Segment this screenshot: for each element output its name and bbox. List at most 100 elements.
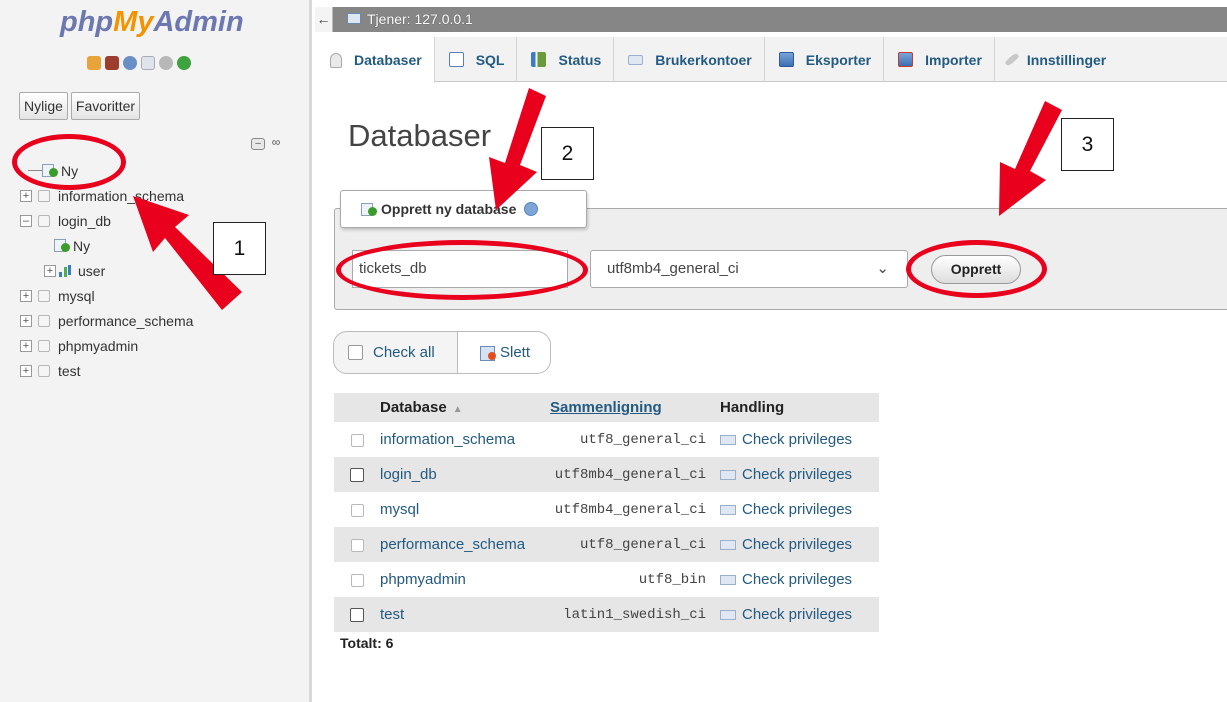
tab-databaser[interactable]: Databaser: [316, 37, 435, 83]
annotation-label-3: 3: [1061, 118, 1114, 171]
table-header-row: Database ▲ Sammenligning Handling: [334, 393, 879, 422]
collapse-all-icon[interactable]: –: [251, 138, 265, 150]
recent-tab[interactable]: Nylige: [19, 92, 68, 120]
collation-cell: utf8mb4_general_ci: [550, 492, 720, 527]
expand-icon[interactable]: +: [20, 289, 32, 302]
database-icon: [38, 314, 50, 327]
check-all-label: Check all: [373, 344, 435, 361]
tree-db-label[interactable]: mysql: [58, 286, 95, 306]
help-icon[interactable]: [524, 202, 539, 216]
database-name-link[interactable]: information_schema: [380, 422, 550, 457]
tree-db-label[interactable]: phpmyadmin: [58, 336, 138, 356]
check-all-button[interactable]: Check all: [333, 331, 458, 374]
collation-cell: utf8mb4_general_ci: [550, 457, 720, 492]
database-icon: [38, 289, 50, 302]
header-checkbox-col: [334, 393, 380, 422]
database-name-link[interactable]: phpmyadmin: [380, 562, 550, 597]
gear-icon[interactable]: [159, 56, 173, 70]
expand-icon[interactable]: +: [20, 339, 32, 352]
tree-controls: – ∞: [251, 136, 283, 150]
tree-db-performance-schema[interactable]: + performance_schema: [20, 308, 300, 333]
delete-button[interactable]: Slett: [458, 331, 551, 374]
delete-icon: [480, 345, 496, 361]
tree-table-label[interactable]: user: [78, 261, 105, 281]
tree-db-label[interactable]: performance_schema: [58, 311, 193, 331]
check-privileges-link[interactable]: Check privileges: [720, 527, 879, 562]
collation-sort-link[interactable]: Sammenligning: [550, 399, 662, 416]
check-privileges-link[interactable]: Check privileges: [720, 597, 879, 632]
check-privileges-link[interactable]: Check privileges: [720, 562, 879, 597]
row-checkbox[interactable]: [350, 433, 364, 447]
reload-icon[interactable]: [177, 56, 191, 70]
back-arrow-icon[interactable]: ←: [315, 7, 333, 32]
tree-db-mysql[interactable]: + mysql: [20, 283, 300, 308]
database-name-link[interactable]: test: [380, 597, 550, 632]
sort-ascending-icon: ▲: [452, 404, 463, 415]
row-checkbox[interactable]: [350, 468, 364, 483]
collation-cell: utf8_bin: [550, 562, 720, 597]
navigation-panel: phpMyAdmin Nylige Favoritter – ∞ Ny + in…: [0, 0, 312, 702]
favorites-tab[interactable]: Favoritter: [70, 92, 141, 120]
exit-icon[interactable]: [105, 56, 119, 70]
expand-icon[interactable]: +: [20, 314, 32, 327]
create-database-label: Opprett ny database: [381, 201, 517, 217]
tab-status[interactable]: Status: [517, 37, 615, 82]
database-name-link[interactable]: mysql: [380, 492, 550, 527]
phpmyadmin-logo[interactable]: phpMyAdmin: [60, 6, 244, 39]
check-all-checkbox[interactable]: [348, 345, 363, 360]
import-icon: [898, 52, 914, 67]
privileges-icon: [720, 505, 736, 516]
page-title: Databaser: [348, 118, 492, 153]
tab-label: Databaser: [354, 52, 422, 68]
tree-db-test[interactable]: + test: [20, 358, 300, 383]
table-row: phpmyadmin utf8_bin Check privileges: [334, 562, 879, 597]
databases-table: Database ▲ Sammenligning Handling informa…: [334, 393, 879, 632]
collation-cell: utf8_general_ci: [550, 422, 720, 457]
database-icon: [38, 189, 50, 202]
expand-icon[interactable]: +: [20, 189, 32, 202]
tree-db-label[interactable]: login_db: [58, 211, 111, 231]
header-database[interactable]: Database ▲: [380, 393, 550, 422]
check-privileges-link[interactable]: Check privileges: [720, 492, 879, 527]
documentation-icon[interactable]: [141, 56, 155, 70]
row-checkbox[interactable]: [350, 573, 364, 587]
tree-db-label[interactable]: test: [58, 361, 81, 381]
check-privileges-link[interactable]: Check privileges: [720, 457, 879, 492]
export-icon: [778, 52, 794, 67]
check-privileges-link[interactable]: Check privileges: [720, 422, 879, 457]
row-checkbox[interactable]: [350, 538, 364, 552]
home-icon[interactable]: [87, 56, 101, 70]
expand-icon[interactable]: +: [44, 264, 56, 277]
privileges-icon: [720, 435, 736, 446]
tree-db-phpmyadmin[interactable]: + phpmyadmin: [20, 333, 300, 358]
chevron-down-icon: ⌄: [876, 260, 889, 277]
database-name-link[interactable]: performance_schema: [380, 527, 550, 562]
tab-innstillinger[interactable]: Innstillinger: [995, 37, 1118, 82]
wrench-icon: [1004, 52, 1020, 67]
tab-brukerkontoer[interactable]: Brukerkontoer: [614, 37, 765, 82]
nav-recent-favorites: Nylige Favoritter: [19, 92, 141, 120]
link-icon[interactable]: ∞: [269, 136, 283, 150]
collation-select[interactable]: utf8mb4_general_ci ⌄: [590, 250, 908, 288]
row-checkbox[interactable]: [350, 608, 364, 623]
expand-icon[interactable]: +: [20, 364, 32, 377]
collapse-icon[interactable]: –: [20, 214, 32, 227]
tree-table-new-label: Ny: [73, 237, 91, 254]
server-label[interactable]: Tjener: 127.0.0.1: [367, 11, 473, 27]
tab-importer[interactable]: Importer: [884, 37, 995, 82]
privileges-icon: [720, 575, 736, 586]
tab-eksporter[interactable]: Eksporter: [765, 37, 885, 82]
database-icon: [38, 364, 50, 377]
database-name-link[interactable]: login_db: [380, 457, 550, 492]
help-icon[interactable]: [123, 56, 137, 70]
tab-sql[interactable]: SQL: [435, 37, 518, 82]
annotation-label-2: 2: [541, 127, 594, 180]
sql-icon: [448, 52, 464, 67]
table-row: test latin1_swedish_ci Check privileges: [334, 597, 879, 632]
row-checkbox[interactable]: [350, 503, 364, 517]
header-collation[interactable]: Sammenligning: [550, 393, 720, 422]
main-tab-bar: Databaser SQL Status Brukerkontoer Ekspo…: [316, 37, 1227, 83]
status-icon: [531, 52, 547, 67]
phpmyadmin-window: phpMyAdmin Nylige Favoritter – ∞ Ny + in…: [0, 0, 1227, 702]
table-row: information_schema utf8_general_ci Check…: [334, 422, 879, 457]
